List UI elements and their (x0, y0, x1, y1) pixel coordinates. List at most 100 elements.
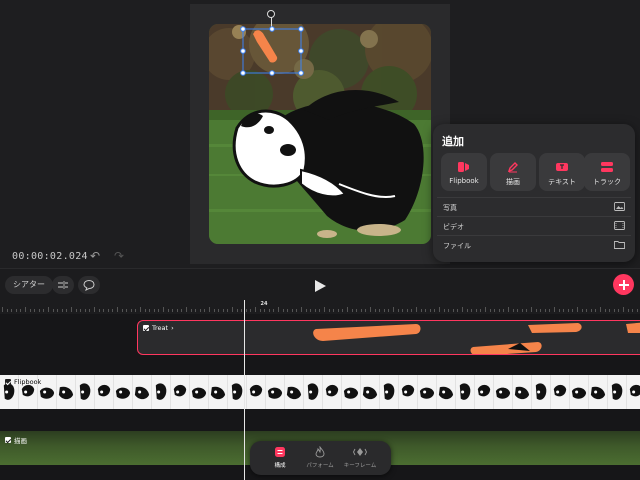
ruler-tick (319, 309, 321, 312)
ruler-tick (374, 309, 376, 312)
preview-area: 00:00:02.024 ↶ ↷ 追加 Flipbook 描画 テキスト トラッ… (0, 0, 640, 268)
mode-compose-button[interactable]: 構成 (258, 445, 302, 471)
add-track-label: トラック (593, 178, 621, 186)
add-drawing-label: 描画 (506, 178, 520, 186)
add-video-item[interactable]: ビデオ (437, 216, 631, 235)
theater-button[interactable]: シアター (5, 276, 53, 294)
mode-perform-button[interactable]: パフォーム (298, 445, 342, 471)
ruler-tick (140, 307, 141, 312)
add-text-button[interactable]: テキスト (539, 153, 585, 191)
ruler-tick (186, 307, 187, 312)
treat-track-header: Treat › (143, 324, 174, 332)
ruler-tick (586, 309, 588, 312)
mode-keyframe-button[interactable]: キーフレーム (338, 445, 382, 471)
app-window: 00:00:02.024 ↶ ↷ 追加 Flipbook 描画 テキスト トラッ… (0, 0, 640, 480)
ruler-tick (558, 309, 560, 312)
photo-icon (614, 202, 625, 211)
ruler-tick (503, 309, 505, 312)
ruler-tick (66, 309, 68, 312)
ruler-tick (397, 309, 399, 312)
treat-track[interactable]: Treat › (137, 320, 640, 355)
add-text-label: テキスト (548, 178, 576, 186)
ruler-tick (301, 307, 302, 312)
ruler-tick (222, 309, 224, 312)
ruler-current-label: 24 (260, 301, 268, 307)
ruler-tick (172, 309, 174, 312)
play-button[interactable] (313, 278, 327, 292)
ruler-tick (512, 309, 514, 312)
flipbook-frame-thumbnail (155, 375, 171, 409)
add-file-item[interactable]: ファイル (437, 235, 631, 254)
ruler-tick (245, 309, 247, 312)
ruler-tick (130, 309, 132, 312)
ruler-tick (296, 309, 298, 312)
undo-button[interactable]: ↶ (88, 249, 102, 263)
ruler-tick (38, 309, 40, 312)
ruler-tick (333, 309, 335, 312)
flipbook-frame-thumbnail (629, 384, 640, 397)
treat-track-checkbox[interactable] (143, 325, 149, 331)
ruler-tick (609, 309, 611, 312)
rotate-handle[interactable] (267, 10, 275, 18)
ruler-tick (379, 309, 381, 312)
undo-icon: ↶ (89, 249, 101, 263)
ruler-tick (618, 309, 620, 312)
treat-selection[interactable] (240, 26, 304, 76)
ruler-tick (351, 309, 353, 312)
play-icon (315, 280, 326, 292)
comment-button[interactable] (78, 276, 100, 294)
flipbook-frame-thumbnail (419, 375, 437, 409)
ruler-tick (600, 307, 601, 312)
add-drawing-button[interactable]: 描画 (490, 153, 536, 191)
ruler-tick (135, 309, 137, 312)
ruler-tick (475, 309, 477, 312)
add-photo-item[interactable]: 写真 (437, 197, 631, 216)
redo-button[interactable]: ↷ (112, 249, 126, 263)
flipbook-frame-thumbnail (79, 375, 95, 409)
ruler-tick (531, 307, 532, 312)
ruler-tick (273, 309, 275, 312)
add-panel-title: 追加 (442, 135, 464, 148)
ruler-tick (337, 309, 339, 312)
add-video-label: ビデオ (443, 223, 464, 231)
add-flipbook-button[interactable]: Flipbook (441, 153, 487, 191)
ruler-tick (623, 307, 624, 312)
ruler-tick (567, 309, 569, 312)
ruler-tick (195, 309, 197, 312)
flipbook-frame-thumbnail (362, 375, 380, 409)
drawing-track-label: 描画 (14, 437, 27, 445)
ruler-tick (232, 307, 233, 312)
ruler-tick (107, 309, 109, 312)
flipbook-frame-thumbnail (210, 375, 228, 409)
timeline-ruler[interactable]: 24 (0, 300, 640, 314)
ruler-tick (103, 309, 105, 312)
ruler-tick (498, 309, 500, 312)
add-file-label: ファイル (443, 242, 471, 250)
ruler-tick (71, 307, 72, 312)
ruler-tick (480, 309, 482, 312)
flipbook-frame-thumbnail (115, 375, 133, 409)
ruler-tick (250, 309, 252, 312)
add-track-button[interactable]: トラック (584, 153, 630, 191)
ruler-tick (6, 309, 8, 312)
ruler-tick (370, 307, 371, 312)
ruler-tick (2, 307, 3, 312)
flipbook-track[interactable]: Flipbook (0, 375, 640, 409)
ruler-tick (328, 309, 330, 312)
chevron-right-icon: › (171, 324, 174, 332)
ruler-tick (84, 309, 86, 312)
pen-icon (507, 162, 518, 173)
split-button[interactable] (52, 276, 74, 294)
ruler-tick (75, 309, 77, 312)
playhead[interactable] (244, 300, 245, 480)
ruler-tick (494, 309, 496, 312)
add-button[interactable] (613, 274, 634, 295)
drawing-track-checkbox[interactable] (5, 437, 11, 443)
ruler-tick (153, 309, 155, 312)
ruler-tick (517, 309, 519, 312)
ruler-tick (388, 309, 390, 312)
flipbook-track-checkbox[interactable] (5, 379, 11, 385)
ruler-tick (121, 309, 123, 312)
ruler-tick (540, 309, 542, 312)
ruler-tick (411, 309, 413, 312)
